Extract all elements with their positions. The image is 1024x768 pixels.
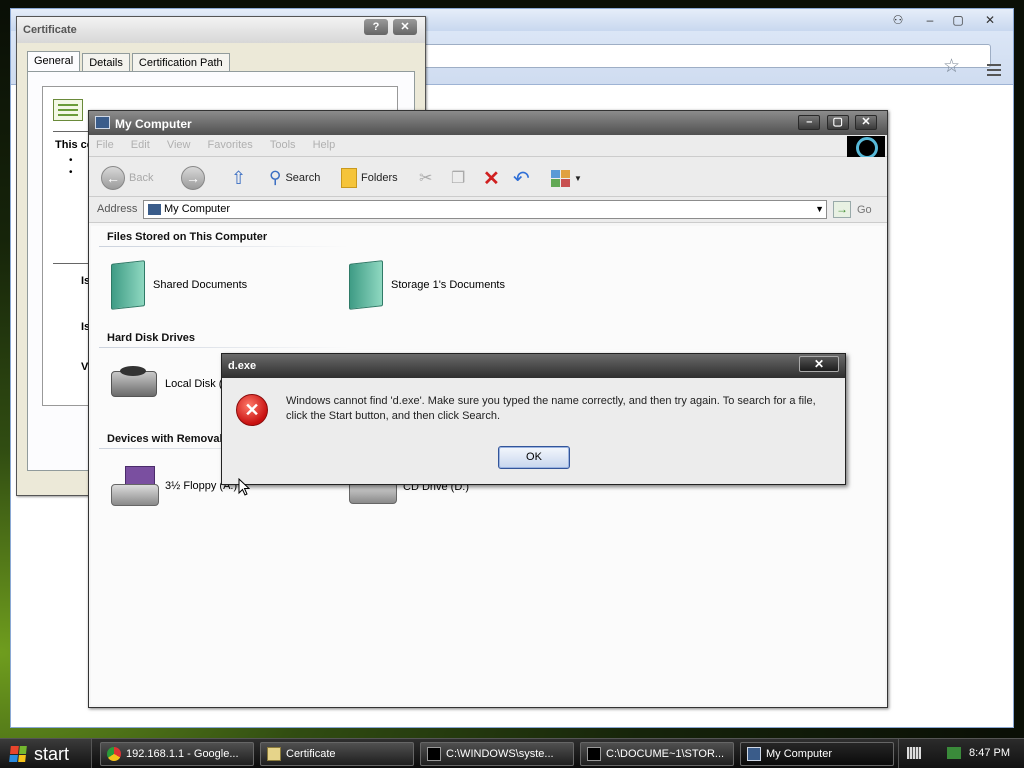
windows-logo-icon xyxy=(847,136,885,159)
mouse-cursor-icon xyxy=(238,478,250,496)
menu-file[interactable]: File xyxy=(89,135,121,155)
back-button[interactable]: ← Back xyxy=(101,165,153,191)
user-icon[interactable]: ⚇ xyxy=(885,12,911,28)
group-header-removable: Devices with Removal xyxy=(107,433,223,445)
search-button[interactable]: ⚲ Search xyxy=(269,165,320,191)
move-to-button[interactable]: ✂ xyxy=(419,165,432,191)
help-button[interactable]: ? xyxy=(363,19,388,35)
go-arrow-icon: → xyxy=(833,201,851,218)
taskbar: start 192.168.1.1 - Google... Certificat… xyxy=(0,738,1024,768)
hard-disk-icon xyxy=(111,366,157,397)
storage-documents-item[interactable]: Storage 1's Documents xyxy=(349,260,505,310)
star-icon[interactable]: ☆ xyxy=(943,57,963,77)
go-button[interactable]: → Go xyxy=(833,201,872,218)
maximize-button[interactable]: ▢ xyxy=(826,115,849,130)
task-chrome[interactable]: 192.168.1.1 - Google... xyxy=(100,742,254,766)
dialog-titlebar: d.exe ✕ xyxy=(222,354,845,378)
close-button[interactable]: ✕ xyxy=(977,12,1003,28)
search-icon: ⚲ xyxy=(269,168,282,187)
close-button[interactable]: ✕ xyxy=(855,115,877,130)
network-icon[interactable] xyxy=(947,747,961,759)
certificate-icon xyxy=(53,99,83,121)
delete-icon: ✕ xyxy=(483,167,500,190)
views-button[interactable]: ▼ xyxy=(551,165,582,191)
folder-icon xyxy=(111,260,145,310)
system-tray: 8:47 PM xyxy=(898,739,1024,768)
folders-button[interactable]: Folders xyxy=(341,165,398,191)
group-header-hdd: Hard Disk Drives xyxy=(107,332,196,344)
task-cmd-documents[interactable]: C:\DOCUME~1\STOR... xyxy=(580,742,734,766)
browser-omnibox[interactable] xyxy=(421,44,991,68)
bullet: • xyxy=(69,155,73,166)
forward-arrow-icon: → xyxy=(181,166,205,190)
minimize-button[interactable]: – xyxy=(798,115,821,130)
certificate-title: Certificate xyxy=(23,24,77,36)
minimize-button[interactable]: – xyxy=(917,12,943,28)
error-icon: ✕ xyxy=(236,394,268,426)
bullet: • xyxy=(69,167,73,178)
delete-button[interactable]: ✕ xyxy=(483,165,500,191)
menu-view[interactable]: View xyxy=(160,135,198,155)
windows-flag-icon xyxy=(9,746,27,762)
task-cmd-windows[interactable]: C:\WINDOWS\syste... xyxy=(420,742,574,766)
tab-details[interactable]: Details xyxy=(82,53,130,72)
console-icon xyxy=(587,747,601,761)
console-icon xyxy=(427,747,441,761)
clock[interactable]: 8:47 PM xyxy=(969,747,1010,759)
ok-button[interactable]: OK xyxy=(498,446,570,469)
error-dialog: d.exe ✕ ✕ Windows cannot find 'd.exe'. M… xyxy=(221,353,846,485)
menu-bar: File Edit View Favorites Tools Help xyxy=(89,135,887,159)
address-label: Address xyxy=(97,203,138,215)
up-folder-button[interactable]: ⇧ xyxy=(231,165,246,191)
menu-icon[interactable] xyxy=(987,64,1001,76)
start-button[interactable]: start xyxy=(0,739,92,768)
close-button[interactable]: ✕ xyxy=(799,356,839,372)
menu-help[interactable]: Help xyxy=(306,135,343,155)
my-computer-titlebar: My Computer – ▢ ✕ xyxy=(89,111,887,135)
shared-documents-item[interactable]: Shared Documents xyxy=(111,260,247,310)
forward-button[interactable]: → xyxy=(181,165,205,191)
folder-icon xyxy=(349,260,383,310)
task-certificate[interactable]: Certificate xyxy=(260,742,414,766)
chrome-icon xyxy=(107,747,121,761)
maximize-button[interactable]: ▢ xyxy=(945,12,971,28)
menu-tools[interactable]: Tools xyxy=(263,135,303,155)
address-bar: Address My Computer ▼ → Go xyxy=(89,197,887,223)
chevron-down-icon[interactable]: ▼ xyxy=(815,204,824,214)
computer-icon xyxy=(747,747,761,761)
chevron-down-icon: ▼ xyxy=(574,173,582,183)
menu-edit[interactable]: Edit xyxy=(124,135,157,155)
back-arrow-icon: ← xyxy=(101,166,125,190)
my-computer-title: My Computer xyxy=(115,117,192,131)
copy-icon: ❐ xyxy=(451,170,466,187)
address-input[interactable]: My Computer ▼ xyxy=(143,200,827,219)
up-folder-icon: ⇧ xyxy=(231,167,247,188)
copy-to-button[interactable]: ❐ xyxy=(451,165,465,191)
undo-icon: ↶ xyxy=(513,167,530,190)
menu-favorites[interactable]: Favorites xyxy=(201,135,260,155)
group-header-files: Files Stored on This Computer xyxy=(107,231,268,243)
task-my-computer[interactable]: My Computer xyxy=(740,742,894,766)
local-disk-item[interactable]: Local Disk (C xyxy=(111,366,230,397)
close-button[interactable]: ✕ xyxy=(393,19,417,35)
floppy-drive-icon xyxy=(111,466,159,506)
tab-general[interactable]: General xyxy=(27,51,81,72)
certificate-icon xyxy=(267,747,281,761)
tab-certification-path[interactable]: Certification Path xyxy=(131,53,230,72)
dialog-title: d.exe xyxy=(228,360,257,372)
certificate-titlebar: Certificate ? ✕ xyxy=(17,17,425,43)
keyboard-icon[interactable] xyxy=(907,747,921,759)
undo-button[interactable]: ↶ xyxy=(513,165,530,191)
standard-toolbar: ← Back → ⇧ ⚲ Search Folders ✂ ❐ ✕ ↶ ▼ xyxy=(89,157,887,197)
error-message: Windows cannot find 'd.exe'. Make sure y… xyxy=(286,395,816,422)
folder-icon xyxy=(341,168,357,188)
floppy-drive-item[interactable]: 3½ Floppy (A:) xyxy=(111,466,237,506)
computer-icon xyxy=(148,204,161,215)
move-icon: ✂ xyxy=(419,170,433,187)
views-icon xyxy=(551,169,570,187)
computer-icon xyxy=(95,116,110,129)
